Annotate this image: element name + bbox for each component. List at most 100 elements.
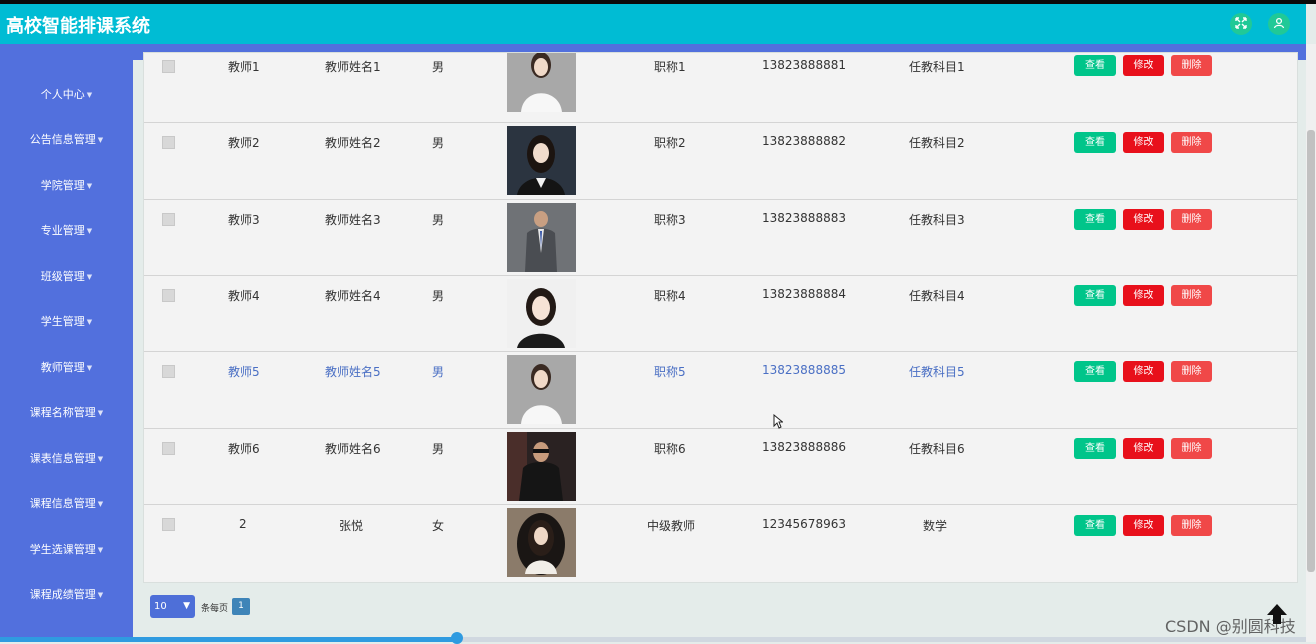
name-cell: 张悦 xyxy=(339,519,364,533)
view-button[interactable]: 查看 xyxy=(1074,361,1116,382)
teacher-photo xyxy=(507,432,576,501)
sidebar: 个人中心 ▼ 公告信息管理 ▼ 学院管理 ▼ 专业管理 ▼ 班级管理 ▼ 学生管理 ▼ 教师… xyxy=(0,60,133,642)
teacher-photo xyxy=(507,508,576,577)
account-cell: 教师2 xyxy=(228,136,260,150)
back-to-top-button[interactable] xyxy=(1265,602,1289,626)
sidebar-item-label: 班级管理 xyxy=(40,270,85,283)
edit-button[interactable]: 修改 xyxy=(1123,55,1164,76)
view-button[interactable]: 查看 xyxy=(1074,132,1116,153)
edit-button[interactable]: 修改 xyxy=(1123,132,1164,153)
subject-cell: 任教科目3 xyxy=(909,213,965,227)
sidebar-item-major[interactable]: 专业管理 ▼ xyxy=(0,222,133,238)
fullscreen-button[interactable] xyxy=(1230,13,1252,35)
arrow-up-icon xyxy=(1265,604,1289,629)
horizontal-scroll-handle[interactable] xyxy=(451,632,463,644)
row-checkbox[interactable] xyxy=(162,136,175,149)
sidebar-item-label: 课表信息管理 xyxy=(29,452,96,465)
chevron-down-icon: ▼ xyxy=(183,601,190,611)
view-button[interactable]: 查看 xyxy=(1074,285,1116,306)
edit-button[interactable]: 修改 xyxy=(1123,209,1164,230)
app-header: 高校智能排课系统 xyxy=(0,4,1306,44)
table-row: 教师1 教师姓名1 男 职称1 13823888881 任教科目1 查看 修改 … xyxy=(144,53,1297,115)
teacher-photo xyxy=(507,355,576,424)
sidebar-item-course-selection[interactable]: 学生选课管理 ▼ xyxy=(0,541,133,557)
edit-button[interactable]: 修改 xyxy=(1123,515,1164,536)
edit-button[interactable]: 修改 xyxy=(1123,361,1164,382)
table-row: 教师3 教师姓名3 男 职称3 13823888883 任教科目3 查看 修改 … xyxy=(144,199,1297,276)
chevron-down-icon: ▼ xyxy=(86,318,93,326)
page-number-button[interactable]: 1 xyxy=(232,598,250,615)
chevron-down-icon: ▼ xyxy=(86,91,93,99)
sidebar-item-timetable[interactable]: 课表信息管理 ▼ xyxy=(0,450,133,466)
name-cell: 教师姓名5 xyxy=(325,365,381,379)
row-checkbox[interactable] xyxy=(162,365,175,378)
view-button[interactable]: 查看 xyxy=(1074,209,1116,230)
title-cell: 职称4 xyxy=(654,289,686,303)
per-page-label: 条每页 xyxy=(201,604,229,614)
phone-cell: 13823888886 xyxy=(762,440,846,454)
sidebar-item-teacher[interactable]: 教师管理 ▼ xyxy=(0,359,133,375)
delete-button[interactable]: 删除 xyxy=(1171,209,1212,230)
delete-button[interactable]: 删除 xyxy=(1171,55,1212,76)
sidebar-item-college[interactable]: 学院管理 ▼ xyxy=(0,177,133,193)
chevron-down-icon: ▼ xyxy=(86,364,93,372)
sidebar-item-personal-center[interactable]: 个人中心 ▼ xyxy=(0,86,133,102)
teacher-photo xyxy=(507,203,576,272)
title-cell: 职称6 xyxy=(654,442,686,456)
row-checkbox[interactable] xyxy=(162,518,175,531)
sidebar-item-course-info[interactable]: 课程信息管理 ▼ xyxy=(0,495,133,511)
sidebar-item-course-name[interactable]: 课程名称管理 ▼ xyxy=(0,404,133,420)
horizontal-scroll-progress xyxy=(0,637,458,642)
title-cell: 中级教师 xyxy=(647,519,696,533)
account-cell: 教师5 xyxy=(228,365,260,379)
chevron-down-icon: ▼ xyxy=(86,273,93,281)
phone-cell: 13823888884 xyxy=(762,287,846,301)
view-button[interactable]: 查看 xyxy=(1074,55,1116,76)
gender-cell: 男 xyxy=(432,60,445,74)
table-row: 教师4 教师姓名4 男 职称4 13823888884 任教科目4 查看 修改 … xyxy=(144,275,1297,352)
delete-button[interactable]: 删除 xyxy=(1171,132,1212,153)
account-cell: 教师4 xyxy=(228,289,260,303)
delete-button[interactable]: 删除 xyxy=(1171,515,1212,536)
edit-button[interactable]: 修改 xyxy=(1123,285,1164,306)
chevron-down-icon: ▼ xyxy=(86,182,93,190)
scrollbar-thumb[interactable] xyxy=(1307,130,1315,572)
edit-button[interactable]: 修改 xyxy=(1123,438,1164,459)
user-button[interactable] xyxy=(1268,13,1290,35)
gender-cell: 男 xyxy=(432,289,445,303)
title-cell: 职称2 xyxy=(654,136,686,150)
account-cell: 教师3 xyxy=(228,213,260,227)
sidebar-item-notice[interactable]: 公告信息管理 ▼ xyxy=(0,131,133,147)
sidebar-item-grades[interactable]: 课程成绩管理 ▼ xyxy=(0,586,133,602)
delete-button[interactable]: 删除 xyxy=(1171,285,1212,306)
sidebar-item-label: 学生选课管理 xyxy=(29,543,96,556)
subject-cell: 任教科目5 xyxy=(909,365,965,379)
chevron-down-icon: ▼ xyxy=(97,455,104,463)
row-checkbox[interactable] xyxy=(162,289,175,302)
view-button[interactable]: 查看 xyxy=(1074,515,1116,536)
sidebar-item-student[interactable]: 学生管理 ▼ xyxy=(0,313,133,329)
subject-cell: 数学 xyxy=(923,519,948,533)
phone-cell: 13823888883 xyxy=(762,211,846,225)
expand-icon xyxy=(1235,16,1247,32)
sidebar-item-label: 课程名称管理 xyxy=(29,406,96,419)
page-size-select[interactable]: 10 ▼ xyxy=(150,595,195,618)
name-cell: 教师姓名6 xyxy=(325,442,381,456)
row-checkbox[interactable] xyxy=(162,442,175,455)
name-cell: 教师姓名4 xyxy=(325,289,381,303)
sidebar-item-label: 学院管理 xyxy=(40,179,85,192)
teacher-photo xyxy=(507,53,576,112)
app-title: 高校智能排课系统 xyxy=(6,16,150,37)
row-checkbox[interactable] xyxy=(162,213,175,226)
title-cell: 职称3 xyxy=(654,213,686,227)
table-row: 教师5 教师姓名5 男 职称5 13823888885 任教科目5 查看 修改 … xyxy=(144,351,1297,428)
sidebar-item-label: 学生管理 xyxy=(40,315,85,328)
sidebar-item-class[interactable]: 班级管理 ▼ xyxy=(0,268,133,284)
view-button[interactable]: 查看 xyxy=(1074,438,1116,459)
row-checkbox[interactable] xyxy=(162,60,175,73)
delete-button[interactable]: 删除 xyxy=(1171,361,1212,382)
sidebar-item-label: 个人中心 xyxy=(40,88,85,101)
phone-cell: 13823888881 xyxy=(762,58,846,72)
gender-cell: 男 xyxy=(432,365,445,379)
delete-button[interactable]: 删除 xyxy=(1171,438,1212,459)
